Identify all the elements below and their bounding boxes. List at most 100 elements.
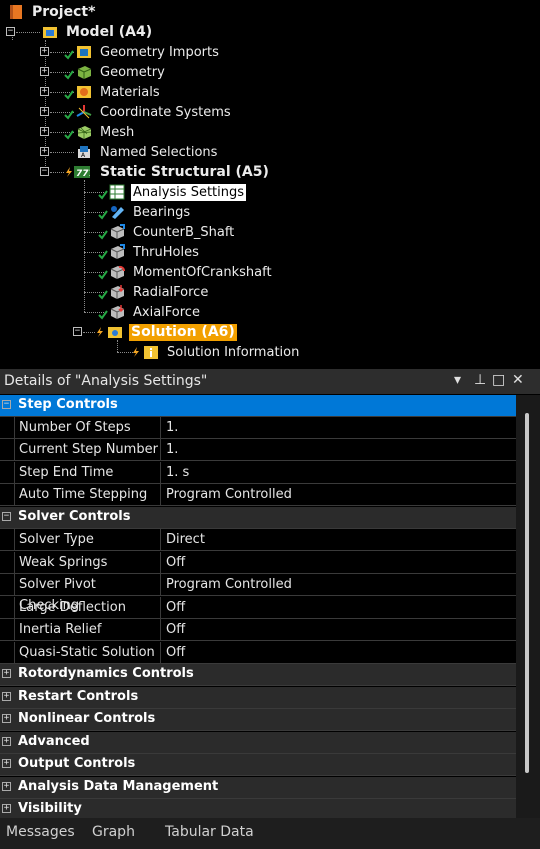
tree-item-label: Analysis Settings [131, 183, 247, 201]
expand-toggle[interactable]: + [40, 147, 49, 156]
property-name: Weak Springs [14, 552, 161, 573]
expand-toggle[interactable]: + [40, 47, 49, 56]
tree-item-static-structural[interactable]: − 777 Static Structural (A5) [40, 162, 271, 182]
tree-item-thruholes[interactable]: ThruHoles [84, 242, 201, 262]
property-value[interactable]: Direct [162, 529, 514, 550]
maximize-icon[interactable]: □ [492, 372, 505, 388]
collapse-toggle[interactable]: − [2, 400, 11, 409]
property-row[interactable]: Large Deflection Off [0, 597, 516, 619]
tree-item-radial-force[interactable]: RadialForce [84, 282, 210, 302]
property-row[interactable]: Inertia Relief Off [0, 619, 516, 641]
solution-icon [108, 327, 122, 338]
property-row[interactable]: Solver Pivot Checking Program Controlled [0, 574, 516, 613]
materials-icon [77, 86, 91, 98]
expand-toggle[interactable]: + [2, 692, 11, 701]
collapse-toggle[interactable]: − [2, 512, 11, 521]
property-value[interactable]: Program Controlled [162, 484, 514, 505]
details-header: Details of "Analysis Settings" ▾ ⊥ □ ✕ [0, 369, 540, 394]
tree-item-coordinate-systems[interactable]: + Coordinate Systems [40, 102, 233, 122]
property-value[interactable]: Program Controlled [162, 574, 514, 595]
property-value[interactable]: Off [162, 642, 514, 663]
svg-text:777: 777 [76, 169, 90, 179]
property-row[interactable]: Quasi-Static Solution Off [0, 642, 516, 664]
tree-model[interactable]: − Model (A4) [6, 22, 154, 42]
details-grid: − Step Controls Number Of Steps 1. Curre… [0, 395, 516, 818]
expand-toggle[interactable]: + [2, 782, 11, 791]
tree-item-solution[interactable]: − Solution (A6) [73, 322, 237, 342]
property-row[interactable]: Weak Springs Off [0, 552, 516, 574]
check-icon [98, 230, 108, 240]
expand-toggle[interactable]: + [2, 714, 11, 723]
tree-model-label: Model (A4) [66, 23, 153, 40]
property-value[interactable]: 1. s [162, 462, 514, 483]
tree-item-geometry[interactable]: + Geometry [40, 62, 167, 82]
tree-item-analysis-settings[interactable]: Analysis Settings [84, 182, 247, 202]
property-row[interactable]: Step End Time 1. s [0, 462, 516, 484]
category-solver-controls[interactable]: − Solver Controls [0, 507, 516, 529]
close-icon[interactable]: ✕ [512, 372, 524, 388]
expand-toggle[interactable]: + [2, 669, 11, 678]
category-analysis-data-management[interactable]: + Analysis Data Management [0, 777, 516, 799]
check-icon [98, 190, 108, 200]
property-value[interactable]: Off [162, 619, 514, 640]
expand-toggle[interactable]: + [2, 737, 11, 746]
tree-item-label: ThruHoles [133, 244, 199, 260]
tree-item-label: Geometry Imports [100, 44, 219, 60]
property-value[interactable]: Off [162, 552, 514, 573]
check-icon [98, 210, 108, 220]
property-row[interactable]: Current Step Number 1. [0, 439, 516, 461]
expand-toggle[interactable]: + [2, 804, 11, 813]
tab-tabular-data[interactable]: Tabular Data [165, 824, 254, 840]
category-restart-controls[interactable]: + Restart Controls [0, 687, 516, 709]
category-rotordynamics-controls[interactable]: + Rotordynamics Controls [0, 664, 516, 686]
tree-item-bearings[interactable]: Bearings [84, 202, 192, 222]
tree-project[interactable]: Project* [8, 2, 97, 22]
tab-messages[interactable]: Messages [6, 824, 75, 840]
tree-item-axial-force[interactable]: AxialForce [84, 302, 202, 322]
category-output-controls[interactable]: + Output Controls [0, 754, 516, 776]
tree-guide [50, 152, 74, 153]
dropdown-arrow-icon[interactable]: ▾ [454, 372, 461, 388]
tree-item-named-selections[interactable]: + A Named Selections [40, 142, 219, 162]
project-book-icon [10, 5, 22, 19]
tree-item-materials[interactable]: + Materials [40, 82, 162, 102]
property-value[interactable]: 1. [162, 439, 514, 460]
tree-item-counterb-shaft[interactable]: CounterB_Shaft [84, 222, 236, 242]
property-value[interactable]: 1. [162, 417, 514, 438]
tree-item-mesh[interactable]: + Mesh [40, 122, 136, 142]
property-value[interactable]: Off [162, 597, 514, 618]
property-row[interactable]: Auto Time Stepping Program Controlled [0, 484, 516, 506]
tree-item-label: Solution Information [167, 344, 300, 360]
expand-toggle[interactable]: + [40, 127, 49, 136]
tree-item-label: Solution (A6) [129, 323, 237, 341]
category-label: Rotordynamics Controls [18, 666, 194, 681]
check-icon [98, 250, 108, 260]
load-cube-icon [110, 244, 125, 259]
property-name: Current Step Number [14, 439, 161, 460]
category-label: Analysis Data Management [18, 779, 219, 794]
collapse-toggle[interactable]: − [6, 27, 15, 36]
expand-toggle[interactable]: + [40, 87, 49, 96]
category-step-controls[interactable]: − Step Controls [0, 395, 516, 417]
tree-item-geometry-imports[interactable]: + Geometry Imports [40, 42, 221, 62]
expand-toggle[interactable]: + [2, 759, 11, 768]
tree-item-solution-information[interactable]: Solution Information [117, 342, 301, 362]
check-icon [64, 50, 74, 60]
property-row[interactable]: Number Of Steps 1. [0, 417, 516, 439]
vertical-scrollbar[interactable] [516, 395, 540, 818]
tree-item-moment-of-crankshaft[interactable]: MomentOfCrankshaft [84, 262, 274, 282]
category-nonlinear-controls[interactable]: + Nonlinear Controls [0, 709, 516, 731]
collapse-toggle[interactable]: − [73, 327, 82, 336]
pin-icon[interactable]: ⊥ [474, 372, 486, 388]
category-visibility[interactable]: + Visibility [0, 799, 516, 818]
collapse-toggle[interactable]: − [40, 167, 49, 176]
scrollbar-thumb[interactable] [525, 413, 529, 773]
property-row[interactable]: Solver Type Direct [0, 529, 516, 551]
category-label: Restart Controls [18, 689, 139, 704]
expand-toggle[interactable]: + [40, 107, 49, 116]
expand-toggle[interactable]: + [40, 67, 49, 76]
property-name: Number Of Steps [14, 417, 161, 438]
tab-graph[interactable]: Graph [92, 824, 135, 840]
tree-item-label: Mesh [100, 124, 135, 140]
category-advanced[interactable]: + Advanced [0, 732, 516, 754]
